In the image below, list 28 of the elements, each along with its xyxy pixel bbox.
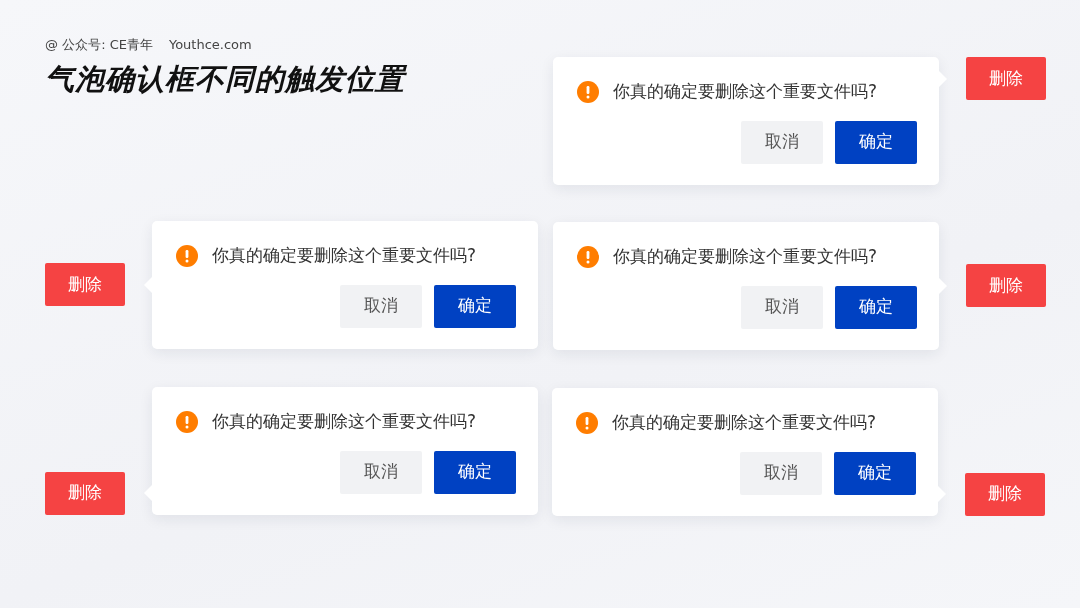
confirm-button[interactable]: 确定 [834, 451, 916, 495]
popover-message: 你真的确定要删除这个重要文件吗? [613, 80, 878, 103]
popover-message: 你真的确定要删除这个重要文件吗? [613, 245, 878, 268]
warning-icon [577, 245, 599, 268]
delete-button[interactable]: 删除 [966, 57, 1046, 100]
warning-icon [577, 80, 599, 103]
source-label: @ 公众号: CE青年 [45, 36, 153, 54]
cancel-button[interactable]: 取消 [741, 120, 823, 164]
confirm-button[interactable]: 确定 [835, 120, 917, 164]
cancel-button[interactable]: 取消 [340, 284, 422, 328]
delete-button[interactable]: 删除 [965, 472, 1045, 516]
warning-icon [176, 244, 198, 267]
delete-button[interactable]: 删除 [966, 264, 1046, 308]
cancel-button[interactable]: 取消 [740, 451, 822, 495]
confirm-button[interactable]: 确定 [434, 284, 516, 328]
popover-message: 你真的确定要删除这个重要文件吗? [212, 244, 477, 267]
delete-button[interactable]: 删除 [45, 263, 125, 307]
cancel-button[interactable]: 取消 [741, 285, 823, 329]
confirm-button[interactable]: 确定 [835, 285, 917, 329]
site-label: Youthce.com [168, 36, 252, 54]
cancel-button[interactable]: 取消 [340, 450, 422, 494]
popover-message: 你真的确定要删除这个重要文件吗? [212, 410, 477, 433]
popover-message: 你真的确定要删除这个重要文件吗? [612, 411, 877, 434]
confirm-button[interactable]: 确定 [434, 450, 516, 494]
warning-icon [176, 410, 198, 433]
delete-button[interactable]: 删除 [45, 471, 125, 515]
slide-title: 气泡确认框不同的触发位置 [45, 62, 405, 97]
warning-icon [576, 411, 598, 434]
